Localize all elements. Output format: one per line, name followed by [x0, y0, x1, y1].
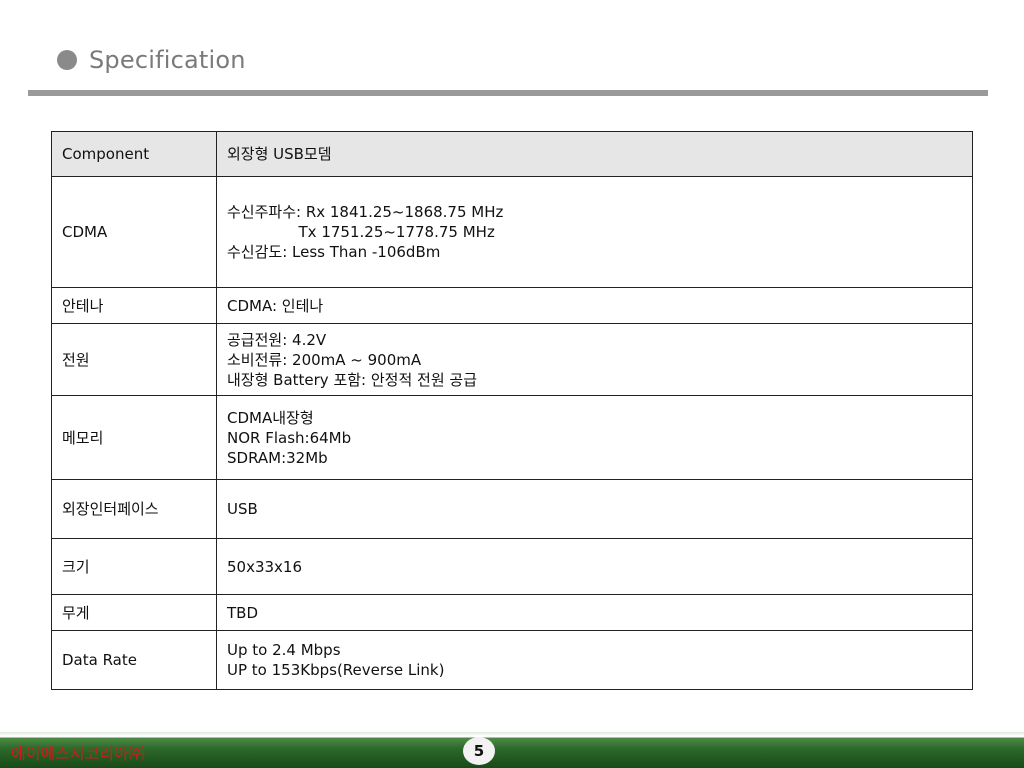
- table-row-memory: 메모리 CDMA내장형 NOR Flash:64Mb SDRAM:32Mb: [51, 395, 973, 480]
- row-value: CDMA내장형 NOR Flash:64Mb SDRAM:32Mb: [216, 395, 973, 480]
- row-value: 공급전원: 4.2V 소비전류: 200mA ~ 900mA 내장형 Batte…: [216, 323, 973, 396]
- header-model: 외장형 USB모뎀: [216, 131, 973, 177]
- row-value: Up to 2.4 Mbps UP to 153Kbps(Reverse Lin…: [216, 630, 973, 690]
- row-key: 메모리: [51, 395, 217, 480]
- row-key: CDMA: [51, 176, 217, 288]
- table-row-size: 크기 50x33x16: [51, 538, 973, 595]
- slide-title: Specification: [89, 46, 246, 74]
- row-key: 전원: [51, 323, 217, 396]
- row-key: 외장인터페이스: [51, 479, 217, 539]
- value-line: 수신주파수: Rx 1841.25~1868.75 MHz: [227, 203, 504, 221]
- bullet-icon: [57, 50, 77, 70]
- table-row-power: 전원 공급전원: 4.2V 소비전류: 200mA ~ 900mA 내장형 Ba…: [51, 323, 973, 396]
- table-header-row: Component 외장형 USB모뎀: [51, 131, 973, 177]
- table-row-antenna: 안테나 CDMA: 인테나: [51, 287, 973, 324]
- value-line: NOR Flash:64Mb: [227, 428, 352, 447]
- row-value: USB: [216, 479, 973, 539]
- row-value: TBD: [216, 594, 973, 631]
- value-line: Up to 2.4 Mbps: [227, 641, 341, 659]
- value-line: 소비전류: 200mA ~ 900mA: [227, 350, 422, 369]
- row-key: 크기: [51, 538, 217, 595]
- value-line: 수신감도: Less Than -106dBm: [227, 243, 441, 261]
- slide-title-row: Specification: [57, 42, 246, 78]
- row-key: Data Rate: [51, 630, 217, 690]
- table-row-interface: 외장인터페이스 USB: [51, 479, 973, 539]
- row-key: 무게: [51, 594, 217, 631]
- row-key: 안테나: [51, 287, 217, 324]
- row-value: CDMA: 인테나: [216, 287, 973, 324]
- value-line: 공급전원: 4.2V: [227, 330, 327, 349]
- footer-bar: [0, 732, 1024, 768]
- value-line: SDRAM:32Mb: [227, 448, 328, 467]
- spec-table: Component 외장형 USB모뎀 CDMA 수신주파수: Rx 1841.…: [51, 131, 973, 690]
- table-row-data-rate: Data Rate Up to 2.4 Mbps UP to 153Kbps(R…: [51, 630, 973, 690]
- value-line: USB: [227, 500, 258, 518]
- table-row-cdma: CDMA 수신주파수: Rx 1841.25~1868.75 MHz Tx 17…: [51, 176, 973, 288]
- value-line: 50x33x16: [227, 557, 303, 576]
- value-line: 내장형 Battery 포함: 안정적 전원 공급: [227, 370, 478, 389]
- header-component: Component: [51, 131, 217, 177]
- page-number: 5: [463, 737, 495, 765]
- value-line: TBD: [227, 603, 259, 622]
- row-value: 수신주파수: Rx 1841.25~1868.75 MHz Tx 1751.25…: [216, 176, 973, 288]
- row-value: 50x33x16: [216, 538, 973, 595]
- title-divider: [28, 90, 988, 96]
- table-row-weight: 무게 TBD: [51, 594, 973, 631]
- value-line: UP to 153Kbps(Reverse Link): [227, 661, 445, 679]
- value-line: CDMA내장형: [227, 408, 314, 427]
- value-line: Tx 1751.25~1778.75 MHz: [227, 223, 495, 241]
- company-name: 에이에스지코리아㈜: [11, 744, 145, 763]
- value-line: CDMA: 인테나: [227, 296, 324, 315]
